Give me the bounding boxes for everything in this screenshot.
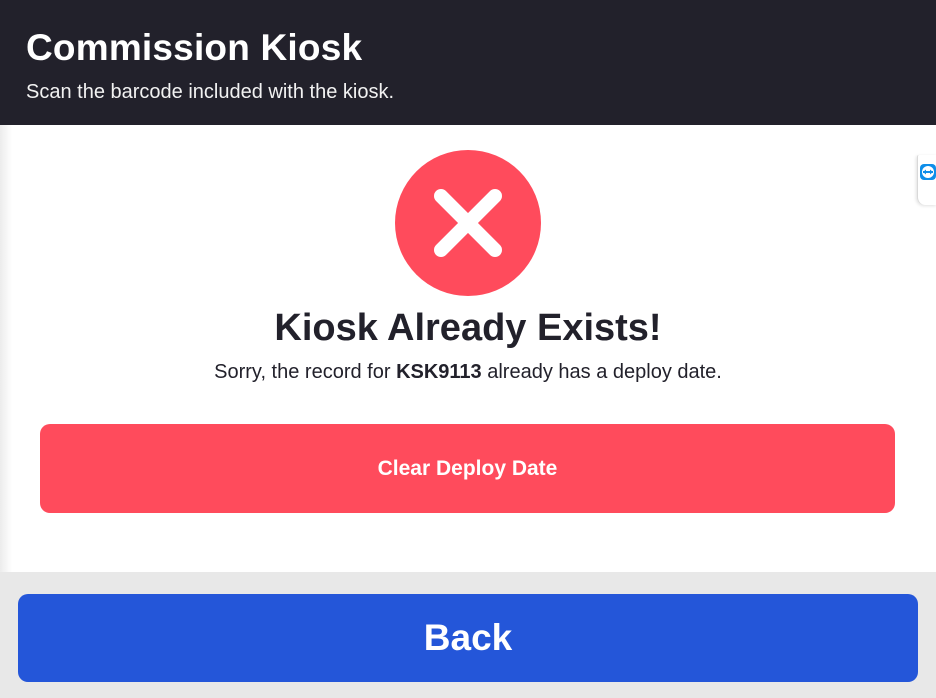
kiosk-id: KSK9113 — [396, 361, 482, 383]
back-button[interactable]: Back — [18, 594, 918, 682]
error-message: Sorry, the record for KSK9113 already ha… — [0, 359, 936, 385]
app-header: Commission Kiosk Scan the barcode includ… — [0, 0, 936, 125]
footer-bar: Back — [0, 572, 936, 698]
error-status-circle — [395, 150, 541, 296]
error-message-prefix: Sorry, the record for — [214, 361, 397, 383]
page-title: Commission Kiosk — [26, 27, 363, 68]
content-edge-shadow — [0, 125, 12, 572]
close-x-icon — [434, 189, 502, 257]
remote-support-tab[interactable] — [917, 155, 936, 205]
page-subtitle: Scan the barcode included with the kiosk… — [26, 81, 394, 103]
remote-support-icon — [920, 164, 936, 180]
clear-deploy-date-button[interactable]: Clear Deploy Date — [40, 424, 895, 513]
main-content: Kiosk Already Exists! Sorry, the record … — [0, 125, 936, 572]
error-message-suffix: already has a deploy date. — [481, 361, 722, 383]
error-title: Kiosk Already Exists! — [274, 307, 662, 349]
